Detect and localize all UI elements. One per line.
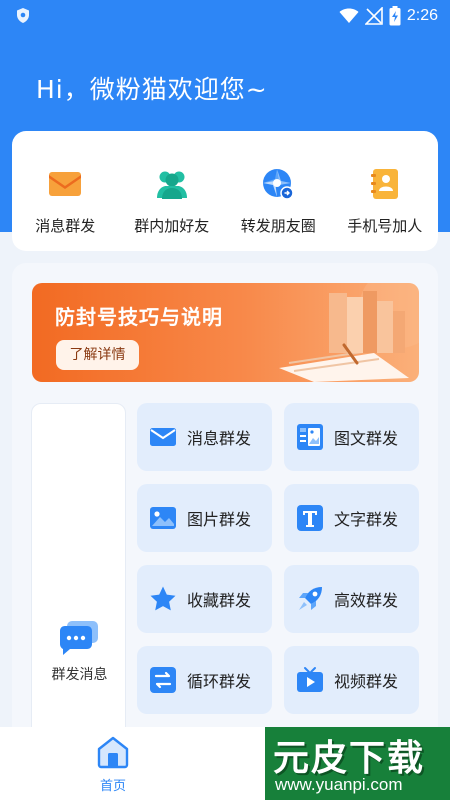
quick-action-forward-moments[interactable]: 转发朋友圈 — [229, 167, 327, 236]
feature-text-mass-send[interactable]: 文字群发 — [284, 484, 419, 552]
quick-action-label: 手机号加人 — [347, 217, 423, 235]
feature-label: 高效群发 — [334, 591, 399, 610]
quick-action-add-by-phone[interactable]: 手机号加人 — [336, 167, 434, 236]
mass-message-side-tab[interactable]: 群发消息 — [31, 403, 126, 743]
loop-arrows-icon — [150, 667, 176, 693]
clock: 2:26 — [406, 7, 438, 24]
users-icon — [156, 171, 187, 199]
contacts-book-icon — [370, 169, 398, 199]
moments-icon — [263, 169, 294, 200]
feature-message-mass-send[interactable]: 消息群发 — [137, 403, 272, 471]
nav-home-label: 首页 — [99, 779, 126, 794]
feature-label: 视频群发 — [334, 672, 399, 691]
site-watermark: 元皮下载 www.yuanpi.com — [265, 727, 450, 800]
text-t-icon — [297, 505, 323, 531]
watermark-url: www.yuanpi.com — [275, 775, 403, 794]
side-tab-label: 群发消息 — [51, 667, 108, 683]
image-icon — [150, 507, 176, 529]
greeting-text: Hi，微粉猫欢迎您~ — [36, 75, 268, 104]
watermark-brand: 元皮下载 — [273, 738, 426, 779]
shield-icon — [17, 8, 29, 23]
feature-label: 图片群发 — [187, 510, 252, 529]
wifi-icon — [339, 8, 359, 23]
books-illustration — [279, 283, 419, 382]
feature-label: 文字群发 — [334, 510, 399, 529]
quick-action-mass-message[interactable]: 消息群发 — [16, 167, 114, 236]
status-bar: 2:26 — [0, 0, 450, 32]
battery-charging-icon — [389, 6, 401, 26]
anti-ban-tips-banner[interactable]: 防封号技巧与说明 了解详情 — [32, 283, 419, 382]
rocket-icon — [299, 587, 322, 610]
nav-home[interactable]: 首页 — [88, 735, 138, 797]
feature-image-text-mass-send[interactable]: 图文群发 — [284, 403, 419, 471]
learn-more-button[interactable]: 了解详情 — [56, 340, 139, 370]
feature-video-mass-send[interactable]: 视频群发 — [284, 646, 419, 714]
feature-label: 循环群发 — [187, 672, 252, 691]
quick-action-label: 转发朋友圈 — [240, 217, 316, 235]
feature-label: 图文群发 — [334, 429, 399, 448]
feature-efficient-mass-send[interactable]: 高效群发 — [284, 565, 419, 633]
feature-favorites-mass-send[interactable]: 收藏群发 — [137, 565, 272, 633]
quick-action-group-add-friends[interactable]: 群内加好友 — [123, 167, 221, 236]
tv-play-icon — [297, 667, 323, 692]
chat-bubbles-icon — [60, 621, 98, 655]
envelope-icon — [49, 172, 82, 196]
no-signal-icon — [364, 7, 383, 25]
quick-action-label: 消息群发 — [35, 217, 96, 235]
envelope-icon — [150, 428, 176, 446]
home-icon — [97, 736, 129, 769]
feature-label: 消息群发 — [187, 429, 252, 448]
banner-title: 防封号技巧与说明 — [55, 305, 223, 329]
feature-image-mass-send[interactable]: 图片群发 — [137, 484, 272, 552]
star-icon — [150, 586, 176, 611]
quick-action-label: 群内加好友 — [134, 217, 210, 235]
feature-label: 收藏群发 — [187, 591, 252, 610]
image-text-icon — [297, 424, 323, 450]
quick-actions-card: 消息群发 群内加好友 转发朋友圈 手机号加人 — [12, 131, 438, 251]
feature-loop-mass-send[interactable]: 循环群发 — [137, 646, 272, 714]
feature-panel: 防封号技巧与说明 了解详情 群发消息 消息群发 图文群发 图片群发 文字群发 收… — [12, 263, 438, 743]
